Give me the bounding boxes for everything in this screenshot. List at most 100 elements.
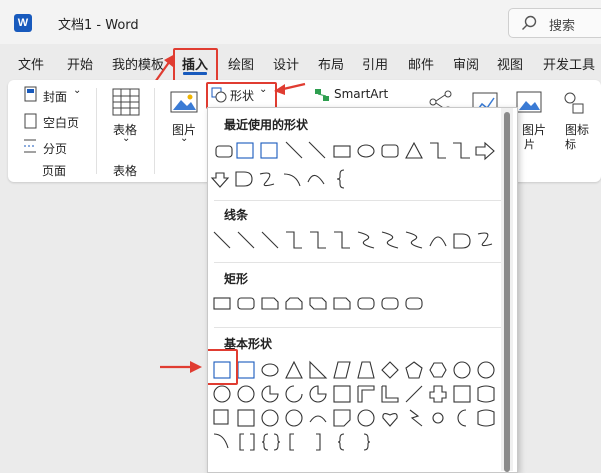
smiley-face-icon[interactable] bbox=[357, 409, 375, 427]
triangle-icon[interactable] bbox=[285, 360, 303, 379]
rectangle-icon[interactable] bbox=[333, 145, 351, 158]
tab-layout[interactable]: 布局 bbox=[318, 54, 344, 73]
curved-connector-icon[interactable] bbox=[357, 231, 375, 249]
tab-view[interactable]: 视图 bbox=[497, 54, 523, 73]
arrow-line-icon[interactable] bbox=[308, 141, 326, 159]
snip-same-side-rectangle-icon[interactable] bbox=[285, 297, 303, 310]
tab-references[interactable]: 引用 bbox=[362, 54, 388, 73]
left-brace-icon[interactable] bbox=[336, 169, 345, 189]
curve-icon[interactable] bbox=[429, 236, 447, 247]
oval-icon[interactable] bbox=[261, 363, 279, 377]
arc-icon[interactable] bbox=[283, 173, 301, 187]
down-arrow-icon[interactable] bbox=[210, 172, 230, 188]
round-diagonal-rectangle-icon[interactable] bbox=[405, 297, 423, 310]
elbow-arrow-connector-icon[interactable] bbox=[453, 142, 470, 159]
hexagon-icon[interactable] bbox=[429, 362, 447, 378]
right-arrow-icon[interactable] bbox=[475, 141, 495, 161]
can-icon[interactable] bbox=[477, 385, 495, 403]
elbow-arrow-connector-icon[interactable] bbox=[310, 231, 326, 249]
search-box[interactable]: 搜索 bbox=[508, 8, 601, 38]
vertical-text-box-icon[interactable] bbox=[237, 361, 255, 379]
parallelogram-icon[interactable] bbox=[333, 361, 351, 379]
cross-icon[interactable] bbox=[429, 385, 447, 403]
picture-dropdown-icon[interactable]: ⌄ bbox=[180, 133, 188, 144]
triangle-icon[interactable] bbox=[405, 141, 423, 159]
elbow-double-arrow-connector-icon[interactable] bbox=[334, 231, 350, 249]
tab-developer[interactable]: 开发工具 bbox=[543, 54, 595, 73]
rounded-rectangle-icon[interactable] bbox=[215, 145, 233, 158]
dodecagon-icon[interactable] bbox=[237, 385, 255, 403]
curved-arrow-connector-icon[interactable] bbox=[381, 231, 399, 249]
chord-icon[interactable] bbox=[285, 385, 303, 403]
bevel-icon[interactable] bbox=[237, 409, 255, 427]
blank-page-button[interactable]: 空白页 bbox=[43, 114, 79, 131]
arc-icon[interactable] bbox=[213, 433, 229, 449]
half-frame-icon[interactable] bbox=[357, 385, 375, 403]
snip-single-corner-rectangle-icon[interactable] bbox=[261, 297, 279, 310]
cover-page-button[interactable]: 封面 bbox=[43, 88, 67, 105]
curve-icon[interactable] bbox=[307, 174, 325, 185]
l-shape-icon[interactable] bbox=[381, 385, 399, 403]
right-triangle-icon[interactable] bbox=[309, 360, 328, 379]
heptagon-icon[interactable] bbox=[453, 361, 471, 379]
freeform-icon[interactable] bbox=[259, 172, 275, 187]
no-symbol-icon[interactable] bbox=[285, 409, 303, 427]
block-arc-icon[interactable] bbox=[309, 415, 327, 423]
line-icon[interactable] bbox=[213, 231, 231, 249]
line-icon[interactable] bbox=[285, 141, 303, 159]
left-bracket-icon[interactable] bbox=[289, 433, 294, 451]
dropdown-scrollbar[interactable] bbox=[501, 108, 513, 472]
diagonal-stripe-icon[interactable] bbox=[405, 385, 423, 403]
tab-home[interactable]: 开始 bbox=[67, 54, 93, 73]
text-box-icon[interactable] bbox=[236, 142, 254, 159]
elbow-connector-icon[interactable] bbox=[286, 231, 302, 249]
cloud-icon[interactable] bbox=[477, 409, 495, 427]
rectangle-icon[interactable] bbox=[213, 297, 231, 310]
table-dropdown-icon[interactable]: ⌄ bbox=[122, 133, 130, 144]
heart-icon[interactable] bbox=[382, 413, 398, 427]
scribble-icon[interactable] bbox=[477, 232, 493, 247]
double-bracket-icon[interactable] bbox=[239, 433, 255, 451]
diamond-icon[interactable] bbox=[381, 361, 399, 379]
oval-icon[interactable] bbox=[357, 144, 375, 158]
round-same-side-rectangle-icon[interactable] bbox=[381, 297, 399, 310]
teardrop-icon[interactable] bbox=[309, 385, 327, 403]
scrollbar-thumb[interactable] bbox=[504, 112, 510, 472]
round-single-corner-rectangle-icon[interactable] bbox=[357, 297, 375, 310]
double-brace-icon[interactable] bbox=[261, 433, 281, 451]
tab-mailings[interactable]: 邮件 bbox=[408, 54, 434, 73]
double-arrow-line-icon[interactable] bbox=[261, 231, 279, 249]
sun-icon[interactable] bbox=[432, 412, 444, 424]
frame-icon[interactable] bbox=[333, 385, 351, 403]
snip-round-rectangle-icon[interactable] bbox=[333, 297, 351, 310]
left-brace-icon[interactable] bbox=[337, 433, 345, 451]
plaque-icon[interactable] bbox=[453, 385, 471, 403]
snip-diagonal-rectangle-icon[interactable] bbox=[309, 297, 327, 310]
elbow-connector-icon[interactable] bbox=[430, 142, 446, 159]
cube-icon[interactable] bbox=[213, 409, 229, 425]
trapezoid-icon[interactable] bbox=[357, 361, 375, 379]
pie-icon[interactable] bbox=[261, 385, 279, 403]
cover-page-dropdown-icon[interactable]: ⌄ bbox=[73, 85, 81, 96]
freeform-shape-icon[interactable] bbox=[453, 233, 471, 249]
rounded-rectangle-icon[interactable] bbox=[381, 144, 399, 158]
folded-corner-icon[interactable] bbox=[333, 409, 351, 427]
vertical-text-box-icon[interactable] bbox=[260, 142, 278, 159]
rounded-rectangle-icon[interactable] bbox=[237, 297, 255, 310]
decagon-icon[interactable] bbox=[213, 385, 231, 403]
smartart-button[interactable]: SmartArt bbox=[334, 87, 388, 101]
arrow-line-icon[interactable] bbox=[237, 231, 255, 249]
donut-icon[interactable] bbox=[261, 409, 279, 427]
snip-rectangle-icon[interactable] bbox=[235, 171, 253, 187]
pentagon-icon[interactable] bbox=[405, 361, 423, 379]
tab-review[interactable]: 审阅 bbox=[453, 54, 479, 73]
right-bracket-icon[interactable] bbox=[316, 433, 321, 451]
moon-icon[interactable] bbox=[457, 409, 467, 427]
curved-double-arrow-connector-icon[interactable] bbox=[405, 231, 423, 249]
tab-draw[interactable]: 绘图 bbox=[228, 54, 254, 73]
page-break-button[interactable]: 分页 bbox=[43, 140, 67, 157]
tab-design[interactable]: 设计 bbox=[273, 54, 299, 73]
right-brace-icon[interactable] bbox=[363, 433, 371, 451]
tab-file[interactable]: 文件 bbox=[18, 54, 44, 73]
lightning-bolt-icon[interactable] bbox=[409, 409, 423, 427]
